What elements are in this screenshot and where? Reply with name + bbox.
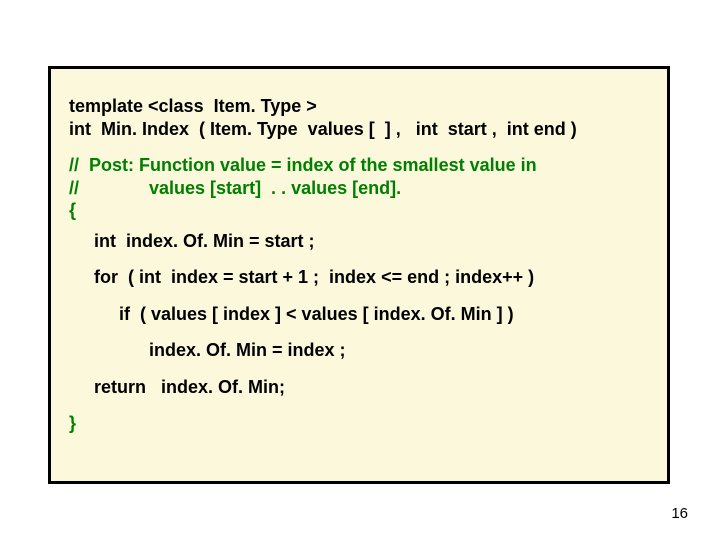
code-line: if ( values [ index ] < values [ index. …	[69, 303, 653, 326]
code-line: return index. Of. Min;	[69, 376, 653, 399]
page-number: 16	[671, 505, 688, 522]
code-block: template <class Item. Type > int Min. In…	[48, 66, 670, 484]
code-comment: // values [start] . . values [end].	[69, 177, 653, 200]
code-line: template <class Item. Type >	[69, 95, 653, 118]
code-line: for ( int index = start + 1 ; index <= e…	[69, 266, 653, 289]
code-line: int Min. Index ( Item. Type values [ ] ,…	[69, 118, 653, 141]
code-line: {	[69, 199, 653, 222]
slide: template <class Item. Type > int Min. In…	[0, 0, 720, 540]
code-line: int index. Of. Min = start ;	[69, 230, 653, 253]
code-comment: // Post: Function value = index of the s…	[69, 154, 653, 177]
code-line: index. Of. Min = index ;	[69, 339, 653, 362]
code-line: }	[69, 412, 653, 435]
